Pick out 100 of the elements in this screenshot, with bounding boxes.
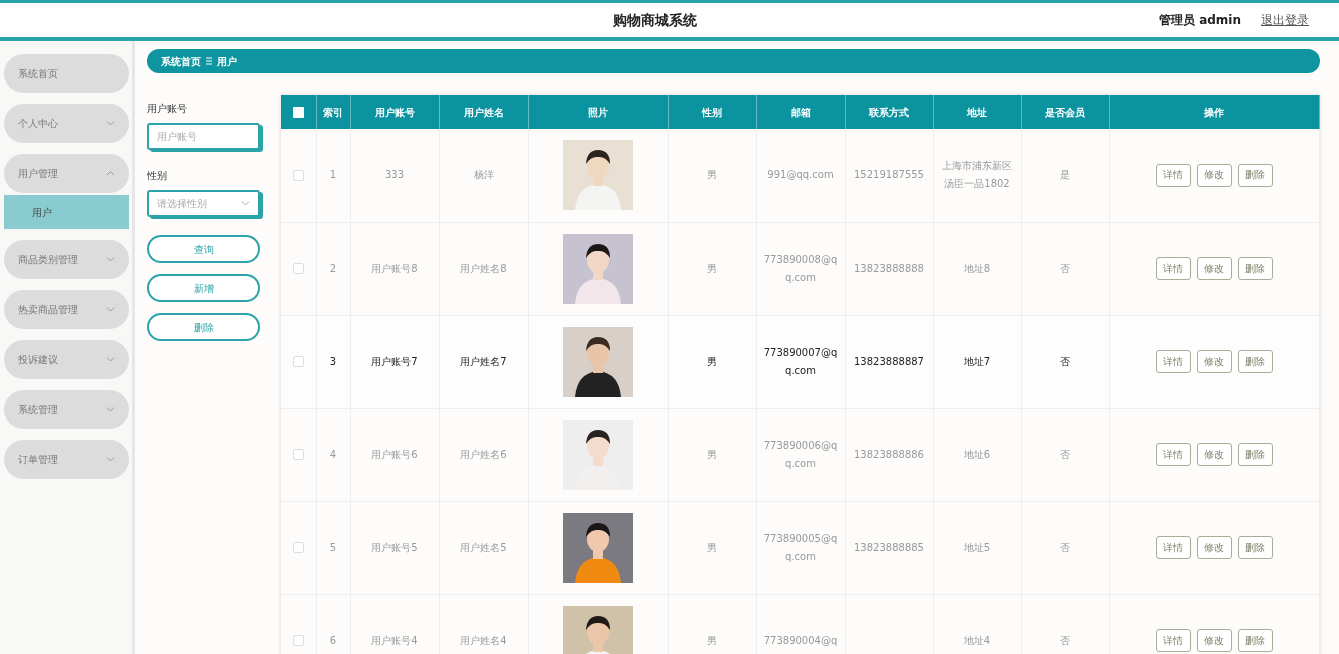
- table-cell: 用户账号8: [371, 262, 418, 274]
- field-label: 性别: [147, 169, 168, 183]
- row-index: 2: [329, 262, 337, 274]
- table-cell: 用户账号6: [371, 448, 418, 460]
- table-cell: 男: [707, 169, 717, 181]
- table-cell: 333: [384, 169, 405, 181]
- sidebar-item[interactable]: 系统首页: [4, 54, 129, 93]
- table-cell: 男: [707, 262, 717, 274]
- sidebar-item[interactable]: 热卖商品管理: [4, 290, 129, 329]
- select-field[interactable]: 请选择性别: [147, 190, 260, 217]
- table-cell: 否: [1060, 634, 1070, 646]
- separator-icon: [206, 57, 212, 65]
- user-label: 管理员 admin: [1158, 12, 1241, 29]
- action-button[interactable]: 删除: [1237, 443, 1273, 466]
- table-cell: 用户账号4: [371, 634, 418, 646]
- column-header: 用户姓名: [439, 95, 528, 129]
- logout-link[interactable]: 退出登录: [1261, 11, 1309, 29]
- table-cell: 否: [1060, 262, 1070, 274]
- action-button[interactable]: 详情: [1155, 629, 1191, 652]
- table-cell: 13823888886: [854, 448, 924, 460]
- row-checkbox[interactable]: [292, 169, 304, 181]
- row-index: 1: [329, 169, 337, 181]
- filter-button[interactable]: 新增: [147, 274, 260, 302]
- chevron-icon: [241, 200, 250, 207]
- action-button[interactable]: 删除: [1237, 350, 1273, 373]
- table-cell: 用户姓名4: [460, 634, 507, 646]
- table-cell: 773890005@qq.com: [763, 532, 838, 562]
- column-header: 照片: [528, 95, 668, 129]
- action-button[interactable]: 修改: [1196, 257, 1232, 280]
- action-button[interactable]: 修改: [1196, 443, 1232, 466]
- action-button[interactable]: 删除: [1237, 257, 1273, 280]
- filter-button[interactable]: 删除: [147, 313, 260, 341]
- row-index: 4: [329, 448, 337, 460]
- table-cell: 13823888888: [854, 262, 924, 274]
- table-cell: 773890004@q: [763, 634, 838, 646]
- sidebar-item[interactable]: 系统管理: [4, 390, 129, 429]
- row-checkbox[interactable]: [292, 356, 304, 367]
- table-cell: 是: [1060, 169, 1070, 181]
- table-cell: 用户姓名8: [460, 262, 507, 274]
- table-cell: 地址6: [963, 448, 991, 460]
- row-checkbox[interactable]: [292, 449, 304, 460]
- table-cell: 用户账号7: [371, 355, 418, 367]
- table-cell: 地址5: [963, 541, 991, 553]
- filter-button[interactable]: 查询: [147, 235, 260, 263]
- breadcrumb-item[interactable]: 系统首页: [161, 53, 201, 69]
- table-cell: 773890008@qq.com: [763, 253, 838, 283]
- column-header: 操作: [1109, 95, 1320, 129]
- column-header: 用户账号: [350, 95, 439, 129]
- breadcrumb-item[interactable]: 用户: [217, 53, 237, 69]
- row-index: 3: [329, 355, 337, 367]
- action-button[interactable]: 详情: [1155, 443, 1191, 466]
- select-all-checkbox[interactable]: [292, 107, 304, 118]
- table-cell: 773890006@qq.com: [763, 439, 838, 469]
- table-cell: 15219187555: [854, 169, 924, 181]
- table-cell: 地址4: [963, 634, 991, 646]
- action-button[interactable]: 修改: [1196, 536, 1232, 559]
- table-cell: 用户账号5: [371, 541, 418, 553]
- table-cell: 13823888887: [854, 355, 924, 367]
- column-header: 性别: [668, 95, 756, 129]
- table-cell: 用户姓名7: [460, 355, 507, 367]
- sidebar-subitem[interactable]: 用户: [4, 195, 129, 229]
- column-header: 邮箱: [756, 95, 845, 129]
- action-button[interactable]: 修改: [1196, 163, 1232, 187]
- action-button[interactable]: 删除: [1237, 536, 1273, 559]
- sidebar-item[interactable]: 个人中心: [4, 104, 129, 143]
- table-cell: 男: [707, 355, 717, 367]
- row-checkbox[interactable]: [292, 635, 304, 646]
- row-checkbox[interactable]: [292, 263, 304, 274]
- action-button[interactable]: 删除: [1237, 163, 1273, 187]
- action-button[interactable]: 详情: [1155, 536, 1191, 559]
- table-cell: 991@qq.com: [767, 169, 834, 181]
- table-cell: 男: [707, 634, 717, 646]
- action-button[interactable]: 修改: [1196, 350, 1232, 373]
- row-index: 5: [329, 541, 337, 553]
- action-button[interactable]: 修改: [1196, 629, 1232, 652]
- action-button[interactable]: 删除: [1237, 629, 1273, 652]
- sidebar-item[interactable]: 投诉建议: [4, 340, 129, 379]
- column-header: 索引: [316, 95, 350, 129]
- column-header: 联系方式: [845, 95, 933, 129]
- row-index: 6: [329, 634, 337, 646]
- sidebar-item[interactable]: 商品类别管理: [4, 240, 129, 279]
- table-cell: 否: [1060, 541, 1070, 553]
- sidebar-item[interactable]: 用户管理: [4, 154, 129, 193]
- table-cell: 地址7: [963, 355, 991, 367]
- table-cell: 用户姓名5: [460, 541, 507, 553]
- table-cell: 男: [707, 541, 717, 553]
- column-header: 是否会员: [1021, 95, 1109, 129]
- row-checkbox[interactable]: [292, 542, 304, 553]
- table-cell: 773890007@qq.com: [763, 346, 838, 376]
- input-field[interactable]: 用户账号: [147, 123, 260, 150]
- table-cell: 用户姓名6: [460, 448, 507, 460]
- action-button[interactable]: 详情: [1155, 257, 1191, 280]
- table-cell: 杨洋: [473, 169, 494, 181]
- action-button[interactable]: 详情: [1155, 163, 1191, 187]
- action-button[interactable]: 详情: [1155, 350, 1191, 373]
- app-title: 购物商城系统: [612, 10, 697, 30]
- column-header: 地址: [933, 95, 1021, 129]
- table-cell: 地址8: [963, 262, 991, 274]
- table-cell: 13823888885: [854, 541, 924, 553]
- sidebar-item[interactable]: 订单管理: [4, 440, 129, 479]
